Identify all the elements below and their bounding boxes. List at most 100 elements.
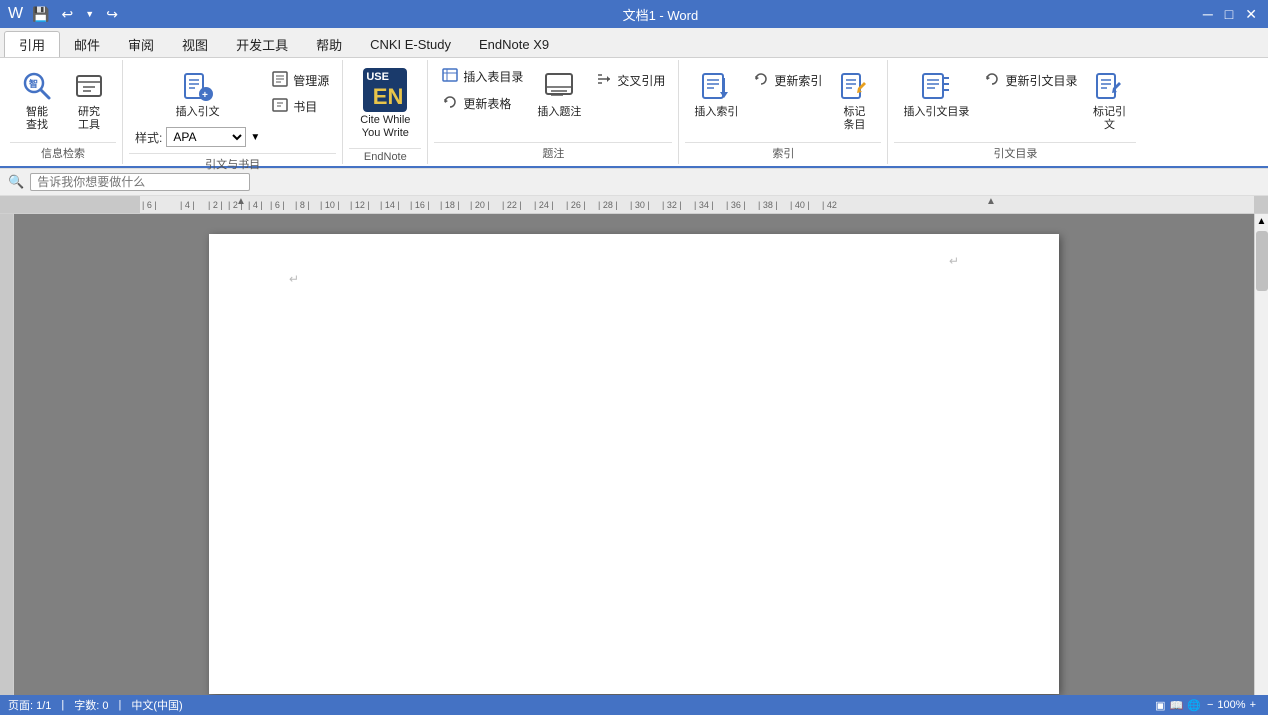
cross-ref-button[interactable]: 交叉引用 [590, 68, 670, 93]
tab-bangzhu[interactable]: 帮助 [302, 31, 356, 57]
view-web[interactable]: 🌐 [1187, 699, 1201, 712]
manage-source-icon [271, 71, 289, 90]
research-tool-button[interactable]: 研究 工具 [64, 64, 114, 136]
qa-redo[interactable]: ↪ [103, 4, 121, 25]
tab-shenhe[interactable]: 审阅 [114, 31, 168, 57]
language: 中文(中国) [131, 697, 182, 713]
window-close[interactable]: ✕ [1242, 4, 1260, 25]
svg-text:智: 智 [29, 78, 38, 89]
cross-ref-icon [595, 71, 613, 90]
mark-entry-button[interactable]: 标记 条目 [829, 64, 879, 136]
insert-book-button[interactable]: 书目 [266, 94, 334, 119]
search-input[interactable] [30, 173, 250, 191]
insert-caption-button[interactable]: 插入题注 [530, 64, 588, 123]
group-ref-book: + 插入引文 样式: APA MLA Chicago ▼ [123, 60, 343, 164]
view-read[interactable]: 📖 [1170, 699, 1184, 712]
group-index: 插入索引 更新索引 [679, 60, 888, 164]
vertical-ruler [0, 214, 14, 695]
window-maximize[interactable]: □ [1222, 4, 1236, 24]
insert-book-label: 书目 [293, 98, 317, 115]
insert-table-title-label: 插入表目录 [463, 68, 523, 85]
group-info-search-label: 信息检索 [10, 142, 116, 164]
qa-save[interactable]: 💾 [29, 4, 52, 25]
view-normal[interactable]: ▣ [1155, 699, 1165, 712]
tab-endnote[interactable]: EndNote X9 [465, 31, 563, 57]
svg-text:+: + [202, 90, 208, 101]
title-bar: W 💾 ↩ ▼ ↪ 文档1 - Word ─ □ ✕ [0, 0, 1268, 28]
insert-citation-label: 插入引文 [176, 106, 220, 119]
main-content: ↵ ↵ ▲ [0, 214, 1268, 695]
para-mark-2: ↵ [289, 272, 299, 286]
scrollbar-thumb[interactable] [1256, 231, 1268, 291]
window-minimize[interactable]: ─ [1200, 4, 1216, 24]
tab-kaifagongju[interactable]: 开发工具 [222, 31, 302, 57]
group-index-label: 索引 [685, 142, 881, 164]
tab-cnki[interactable]: CNKI E-Study [356, 31, 465, 57]
endnote-logo: USE EN [363, 68, 407, 112]
update-toc-label: 更新引文目录 [1005, 72, 1077, 89]
group-toc-label: 引文目录 [894, 142, 1136, 164]
vertical-scrollbar[interactable]: ▲ [1254, 214, 1268, 695]
insert-toc-icon [918, 68, 954, 104]
book-icon [271, 97, 289, 116]
document-page: ↵ ↵ [209, 234, 1059, 694]
insert-caption-icon [541, 68, 577, 104]
insert-citation-button[interactable]: + 插入引文 [169, 64, 227, 123]
search-icon: 🔍 [8, 174, 24, 190]
style-dropdown-arrow[interactable]: ▼ [250, 132, 260, 143]
ribbon-toolbar: 智 智能 查找 研究 工具 信息检索 [0, 58, 1268, 168]
group-caption-label: 题注 [434, 142, 672, 164]
zoom-out[interactable]: − [1207, 699, 1213, 711]
group-endnote-label: EndNote [349, 148, 421, 166]
qa-undo[interactable]: ↩ [59, 4, 77, 25]
mark-entry-icon [836, 68, 872, 104]
research-tool-label: 研究 工具 [78, 106, 100, 132]
tab-youjian[interactable]: 邮件 [60, 31, 114, 57]
group-endnote: USE EN Cite WhileYou Write EndNote [343, 60, 428, 164]
cite-while-write-button[interactable]: USE EN Cite WhileYou Write [351, 64, 419, 144]
scrollbar-up-button[interactable]: ▲ [1255, 214, 1268, 229]
tab-shitu[interactable]: 视图 [168, 31, 222, 57]
qa-undo-arrow[interactable]: ▼ [82, 7, 97, 21]
manage-source-label: 管理源 [293, 72, 329, 89]
app-icon: W [8, 5, 23, 23]
update-toc-button[interactable]: 更新引文目录 [978, 68, 1082, 93]
mark-entry-label: 标记 条目 [843, 106, 865, 132]
separator2: | [119, 699, 122, 711]
update-toc-icon [983, 71, 1001, 90]
zoom-in[interactable]: + [1250, 699, 1256, 711]
para-mark-1: ↵ [949, 254, 959, 268]
cross-ref-label: 交叉引用 [617, 72, 665, 89]
group-ref-book-label: 引文与书目 [129, 153, 336, 175]
separator: | [61, 699, 64, 711]
mark-citation-button[interactable]: 标记引 文 [1084, 64, 1134, 136]
update-index-icon [752, 71, 770, 90]
smart-search-button[interactable]: 智 智能 查找 [12, 64, 62, 136]
research-tool-icon [71, 68, 107, 104]
insert-index-button[interactable]: 插入索引 [687, 64, 745, 123]
update-table-icon [441, 94, 459, 113]
word-count: 字数: 0 [74, 697, 108, 713]
update-table-label: 更新表格 [463, 95, 511, 112]
ruler: | 6 | | 4 | | 2 | | 2 | | 4 | | 6 | | 8 … [0, 196, 1268, 214]
insert-toc-button[interactable]: 插入引文目录 [896, 64, 976, 123]
insert-index-icon [698, 68, 734, 104]
search-area: 🔍 [0, 168, 1268, 196]
smart-search-label: 智能 查找 [26, 106, 48, 132]
smart-search-icon: 智 [19, 68, 55, 104]
group-caption: 插入表目录 更新表格 [428, 60, 679, 164]
tab-yinyong[interactable]: 引用 [4, 31, 60, 57]
mark-citation-icon [1091, 68, 1127, 104]
title-text: 文档1 - Word [127, 5, 1194, 24]
group-info-search: 智 智能 查找 研究 工具 信息检索 [4, 60, 123, 164]
mark-citation-label: 标记引 文 [1093, 106, 1126, 132]
update-index-button[interactable]: 更新索引 [747, 68, 827, 93]
status-bar: 页面: 1/1 | 字数: 0 | 中文(中国) ▣ 📖 🌐 − 100% + [0, 695, 1268, 715]
insert-toc-label: 插入引文目录 [903, 106, 969, 119]
insert-table-title-button[interactable]: 插入表目录 [436, 64, 528, 89]
update-table-button[interactable]: 更新表格 [436, 91, 528, 116]
style-select[interactable]: APA MLA Chicago [166, 127, 246, 147]
manage-source-button[interactable]: 管理源 [266, 68, 334, 93]
ribbon-tabs: 引用 邮件 审阅 视图 开发工具 帮助 CNKI E-Study EndNote… [0, 28, 1268, 58]
doc-scroll-area: ↵ ↵ [14, 214, 1254, 695]
